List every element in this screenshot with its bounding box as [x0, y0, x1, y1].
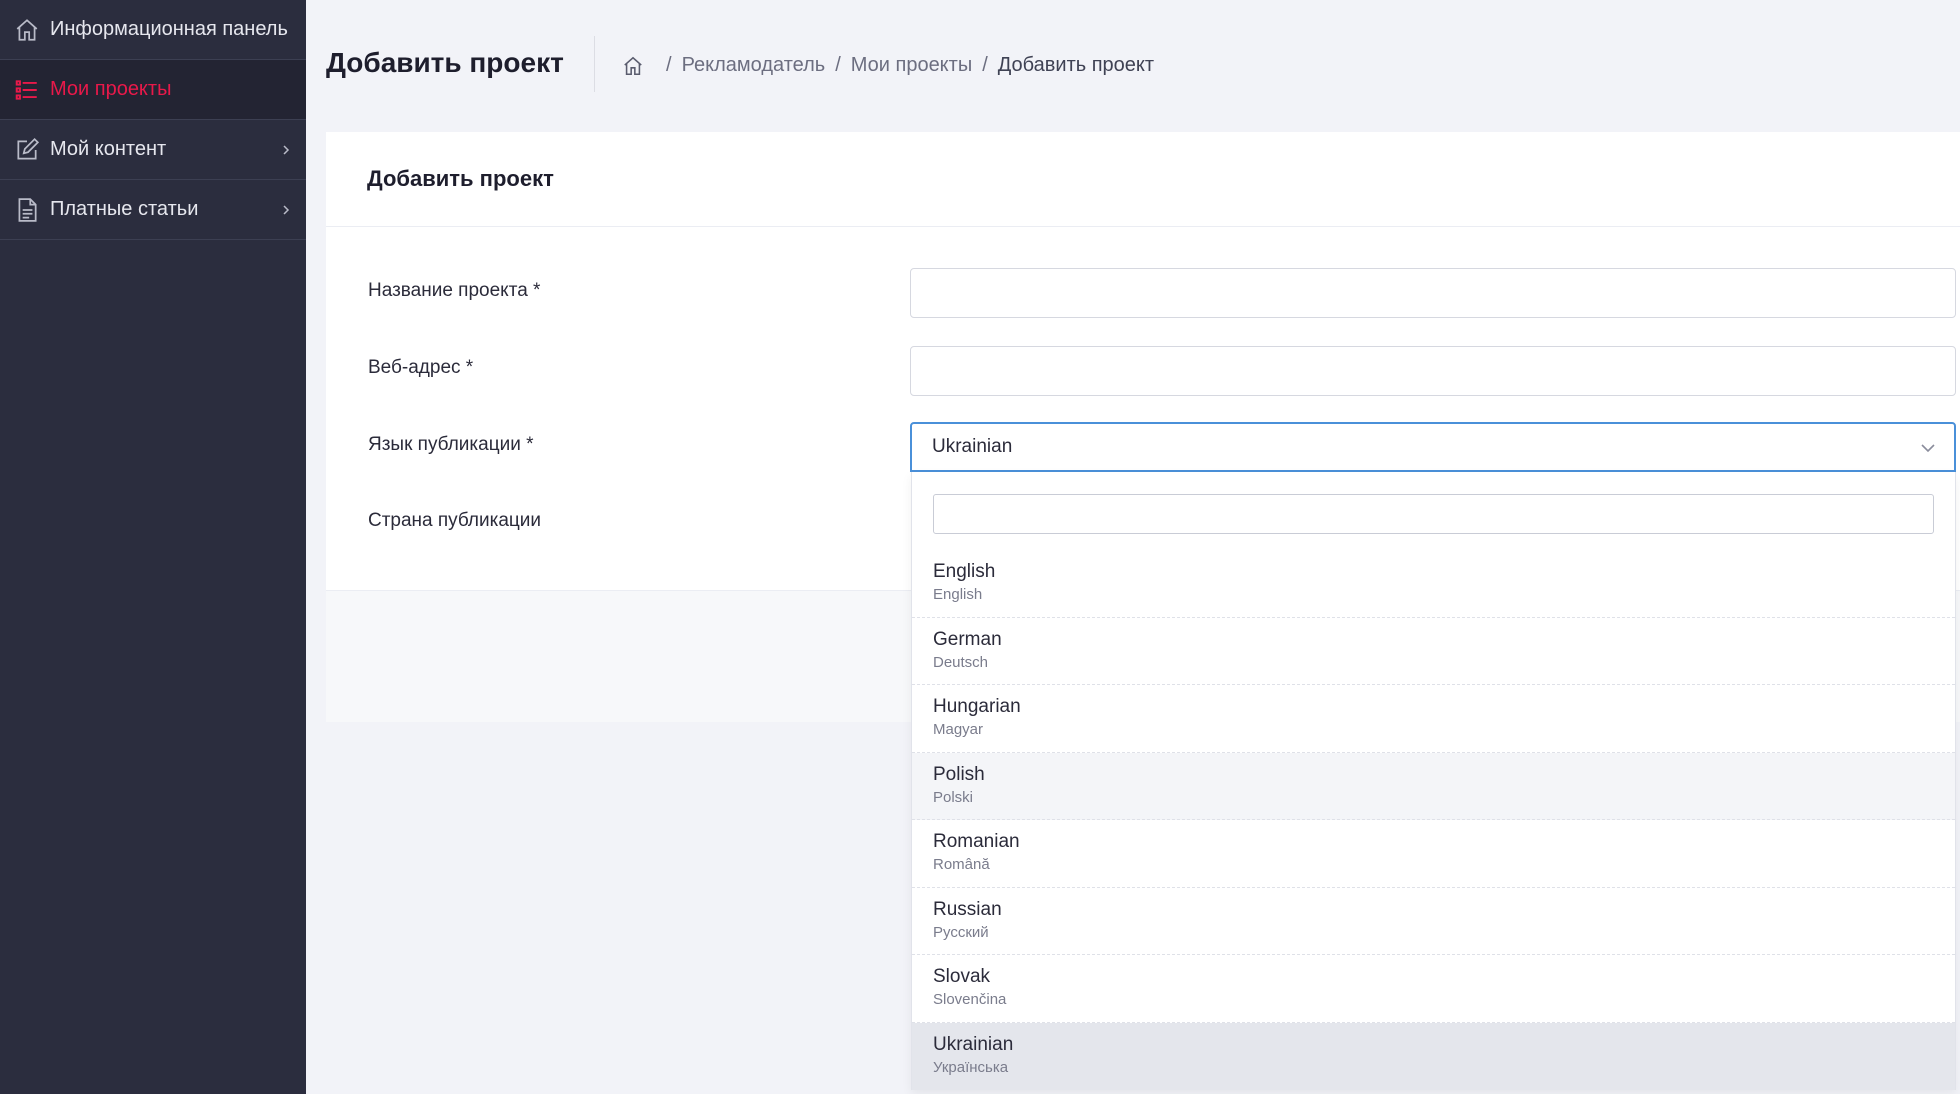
option-name: Slovak: [933, 966, 991, 987]
card-header: Добавить проект: [326, 132, 1960, 227]
breadcrumb-advertiser[interactable]: Рекламодатель: [682, 54, 826, 77]
option-native-name: Slovenčina: [933, 991, 1007, 1008]
breadcrumb-separator: /: [835, 54, 841, 76]
sidebar-item-paid-articles[interactable]: Платные статьи: [0, 180, 306, 240]
breadcrumb-separator: /: [982, 54, 988, 76]
sidebar-item-label: Информационная панель: [50, 18, 288, 40]
sidebar-item-label: Мой контент: [50, 138, 167, 160]
chevron-down-icon: [1920, 442, 1936, 454]
web-address-input[interactable]: [910, 346, 1956, 396]
option-native-name: Magyar: [933, 721, 984, 738]
sidebar-item-my-projects[interactable]: Мои проекты: [0, 60, 306, 120]
sidebar: Информационная панель Мои проекты Мой ко…: [0, 0, 306, 1094]
option-name: Ukrainian: [933, 1033, 1014, 1055]
document-icon: [14, 197, 40, 223]
language-select-value: Ukrainian: [932, 436, 1013, 457]
option-name: Russian: [933, 898, 1002, 920]
project-name-input[interactable]: [910, 268, 1956, 318]
list-icon: [14, 77, 40, 103]
language-option-ukrainian[interactable]: Ukrainian Українська: [912, 1022, 1955, 1090]
breadcrumb-current: Добавить проект: [997, 54, 1155, 76]
project-name-label: Название проекта *: [368, 280, 541, 301]
language-option-slovak[interactable]: Slovak Slovenčina: [912, 955, 1955, 1023]
language-option-german[interactable]: German Deutsch: [912, 618, 1955, 685]
sidebar-item-dashboard[interactable]: Информационная панель: [0, 0, 306, 60]
language-option-hungarian[interactable]: Hungarian Magyar: [912, 685, 1955, 753]
language-option-english[interactable]: English English: [912, 550, 1955, 618]
page-title: Добавить проект: [326, 47, 564, 78]
breadcrumb: / Рекламодатель / Мои проекты / Добавить…: [622, 54, 1154, 77]
card-title: Добавить проект: [367, 166, 554, 191]
language-label: Язык публикации *: [368, 434, 534, 455]
option-native-name: Română: [933, 856, 990, 873]
language-search-input[interactable]: [933, 494, 1934, 534]
option-native-name: Русский: [933, 923, 989, 941]
language-option-russian[interactable]: Russian Русский: [912, 888, 1955, 955]
language-option-polish[interactable]: Polish Polski: [912, 752, 1955, 820]
header-divider: [594, 36, 595, 92]
language-option-romanian[interactable]: Romanian Română: [912, 820, 1955, 888]
edit-icon: [14, 137, 40, 163]
chevron-right-icon: [280, 204, 292, 216]
option-native-name: Українська: [933, 1058, 1009, 1076]
home-icon: [14, 17, 40, 43]
option-native-name: English: [933, 586, 983, 603]
breadcrumb-my-projects[interactable]: Мои проекты: [851, 54, 972, 77]
option-name: Polish: [933, 763, 985, 785]
sidebar-item-label: Мои проекты: [50, 78, 172, 100]
language-dropdown: English English German Deutsch Hungarian…: [911, 472, 1956, 1090]
home-icon[interactable]: [622, 55, 644, 77]
language-options-list: English English German Deutsch Hungarian…: [912, 550, 1955, 1090]
sidebar-item-my-content[interactable]: Мой контент: [0, 120, 306, 180]
web-address-label: Веб-адрес *: [368, 357, 474, 378]
option-name: English: [933, 561, 996, 582]
country-label: Страна публикации: [368, 510, 542, 531]
chevron-right-icon: [280, 144, 292, 156]
option-native-name: Polski: [933, 788, 974, 806]
option-name: Hungarian: [933, 696, 1021, 717]
breadcrumb-separator: /: [666, 54, 672, 76]
option-native-name: Deutsch: [933, 653, 989, 671]
option-name: Romanian: [933, 831, 1020, 852]
option-name: German: [933, 628, 1002, 650]
language-select[interactable]: Ukrainian: [910, 422, 1956, 472]
sidebar-item-label: Платные статьи: [50, 198, 199, 220]
